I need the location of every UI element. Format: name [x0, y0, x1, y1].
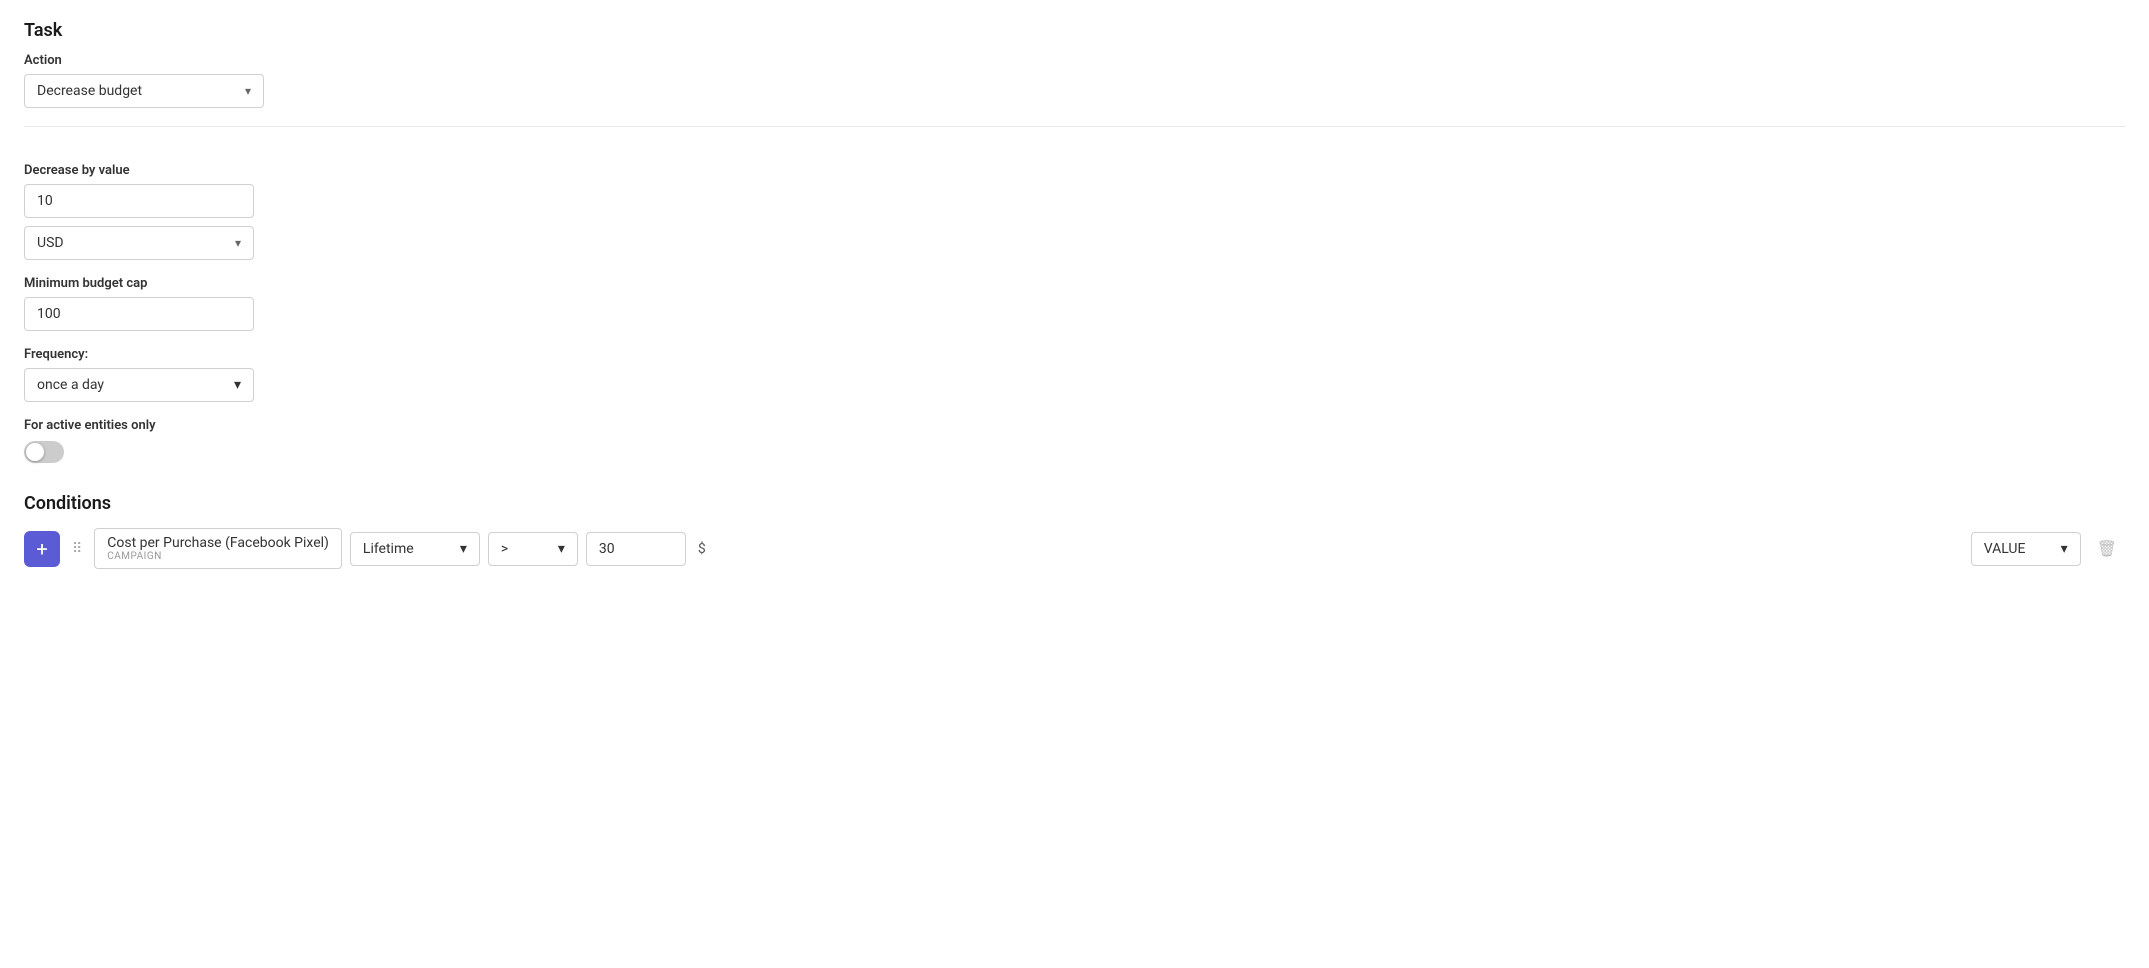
currency-symbol: $ — [694, 541, 710, 557]
minimum-budget-cap-label: Minimum budget cap — [24, 276, 2125, 291]
currency-dropdown[interactable]: USD ▾ — [24, 226, 254, 260]
value-type-value: VALUE — [1984, 541, 2026, 557]
active-entities-group: For active entities only — [24, 418, 2125, 463]
action-dropdown-chevron-icon: ▾ — [245, 84, 251, 98]
page-container: Task Action Decrease budget ▾ Decrease b… — [0, 0, 2149, 968]
operator-chevron-icon: ▾ — [558, 541, 565, 557]
currency-dropdown-value: USD — [37, 235, 64, 251]
conditions-title: Conditions — [24, 493, 2125, 514]
minimum-budget-cap-group: Minimum budget cap — [24, 276, 2125, 331]
action-dropdown-value: Decrease budget — [37, 83, 142, 99]
frequency-dropdown-value: once a day — [37, 377, 104, 393]
action-label: Action — [24, 53, 2125, 68]
decrease-by-value-group: Decrease by value USD ▾ — [24, 163, 2125, 260]
delete-condition-button[interactable]: 🗑 — [2089, 535, 2125, 562]
metric-sub: CAMPAIGN — [107, 551, 329, 562]
task-title: Task — [24, 20, 2125, 41]
value-type-chevron-icon: ▾ — [2061, 541, 2068, 557]
frequency-label: Frequency: — [24, 347, 2125, 362]
decrease-value-input[interactable] — [24, 184, 254, 218]
decrease-by-value-label: Decrease by value — [24, 163, 2125, 178]
delete-icon: 🗑 — [2097, 539, 2117, 558]
frequency-group: Frequency: once a day ▾ — [24, 347, 2125, 402]
time-period-value: Lifetime — [363, 541, 414, 557]
task-settings: Decrease by value USD ▾ Minimum budget c… — [24, 145, 2125, 463]
frequency-chevron-icon: ▾ — [234, 377, 241, 393]
active-entities-label: For active entities only — [24, 418, 2125, 433]
add-condition-button[interactable]: + — [24, 531, 60, 567]
value-type-dropdown[interactable]: VALUE ▾ — [1971, 532, 2081, 566]
conditions-row: + ⠿ Cost per Purchase (Facebook Pixel) C… — [24, 528, 2125, 569]
operator-dropdown[interactable]: > ▾ — [488, 532, 578, 566]
metric-name: Cost per Purchase (Facebook Pixel) — [107, 535, 329, 551]
minimum-budget-input[interactable] — [24, 297, 254, 331]
currency-chevron-icon: ▾ — [235, 236, 241, 250]
add-icon: + — [36, 537, 47, 561]
time-period-chevron-icon: ▾ — [460, 541, 467, 557]
active-entities-toggle-container — [24, 441, 2125, 463]
task-section: Task Action Decrease budget ▾ — [24, 20, 2125, 108]
frequency-dropdown[interactable]: once a day ▾ — [24, 368, 254, 402]
condition-metric: Cost per Purchase (Facebook Pixel) CAMPA… — [94, 528, 342, 569]
time-period-dropdown[interactable]: Lifetime ▾ — [350, 532, 480, 566]
section-divider — [24, 126, 2125, 127]
action-dropdown[interactable]: Decrease budget ▾ — [24, 74, 264, 108]
condition-value-input[interactable] — [586, 532, 686, 566]
operator-value: > — [501, 541, 508, 557]
drag-handle-icon[interactable]: ⠿ — [68, 541, 86, 557]
conditions-section: Conditions + ⠿ Cost per Purchase (Facebo… — [24, 493, 2125, 569]
active-entities-toggle[interactable] — [24, 441, 64, 463]
